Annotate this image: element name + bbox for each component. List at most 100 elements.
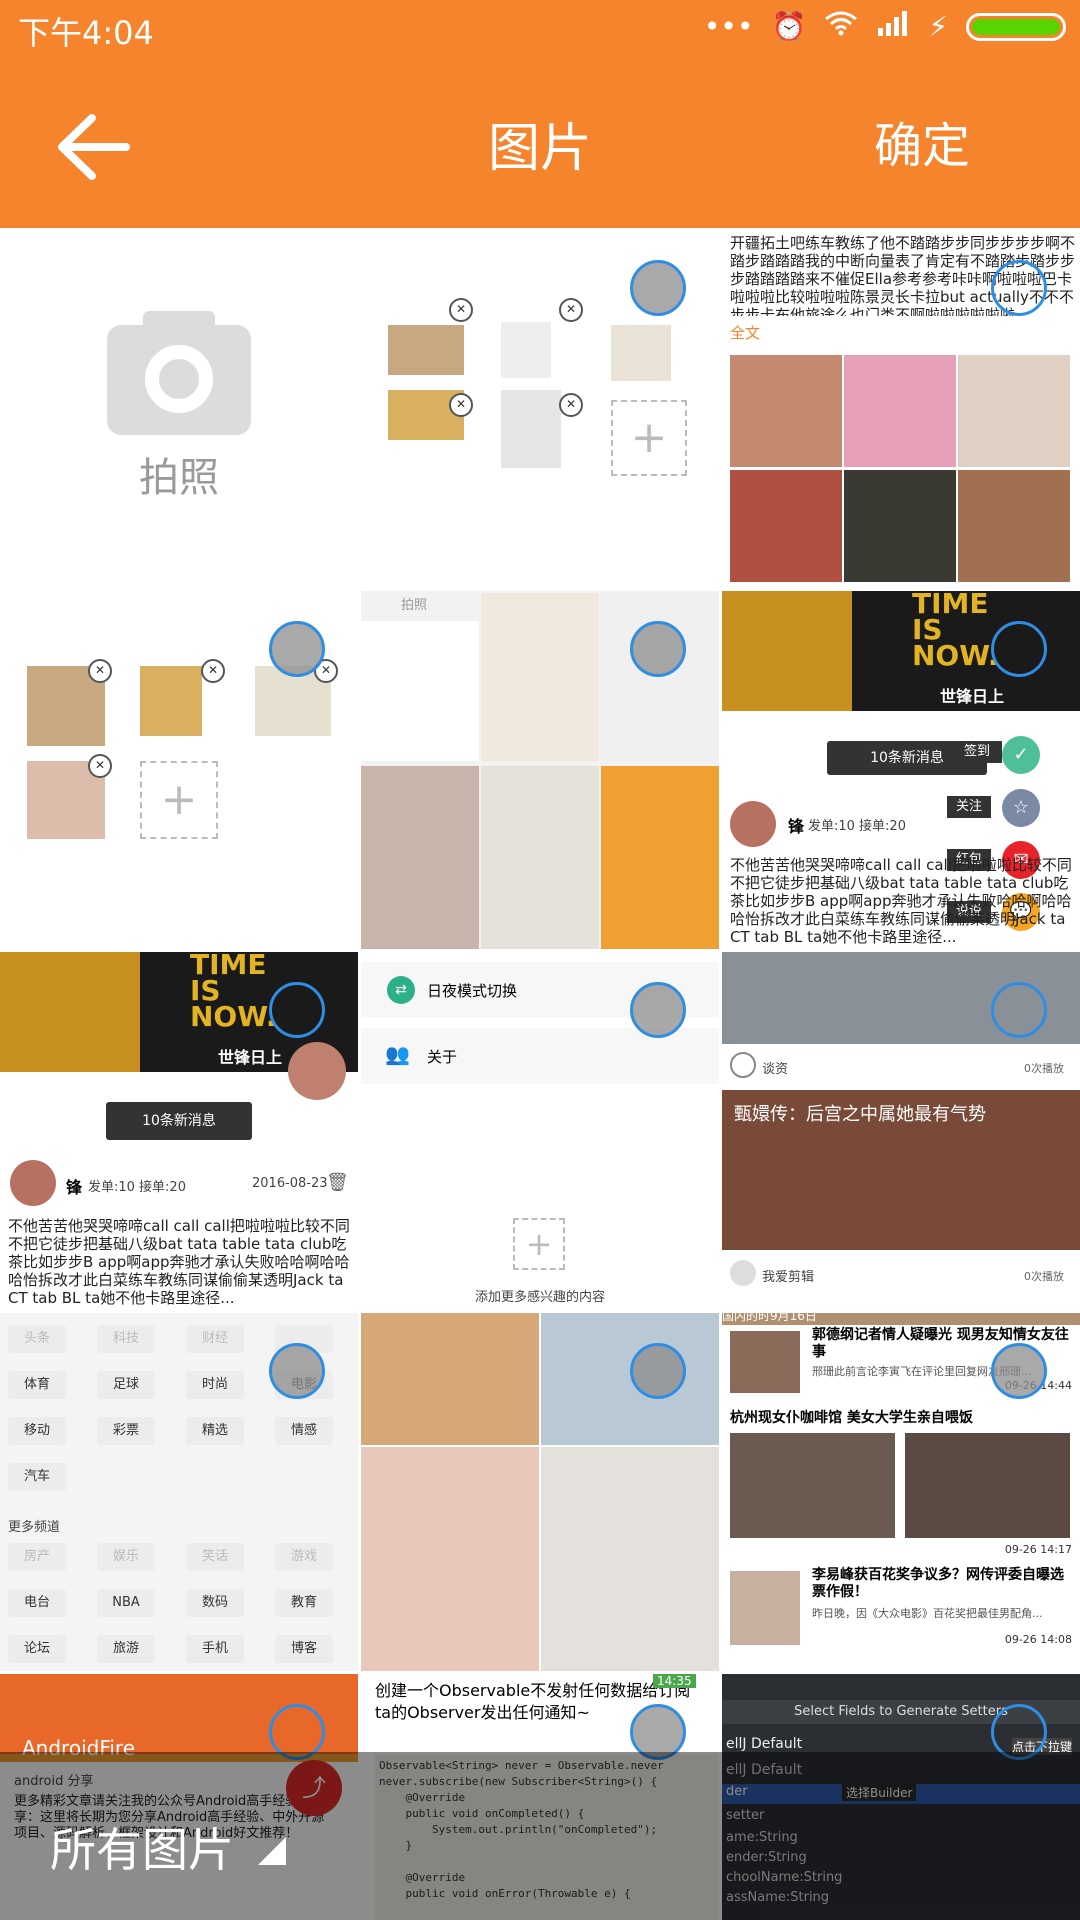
thumb-image bbox=[361, 621, 479, 761]
banner-slogan: TIME IS NOW. bbox=[190, 952, 277, 1033]
follow-fab-icon[interactable]: ☆ bbox=[1002, 789, 1040, 827]
photo bbox=[361, 1447, 539, 1671]
photo bbox=[730, 470, 842, 582]
thumb-image bbox=[601, 593, 719, 761]
image-tile-12[interactable]: 国内的时9月16日 郭德纲记者情人疑曝光 现男友知情女友往事 邢珊此前言论李寅飞… bbox=[722, 1313, 1080, 1671]
video-caption: 甄嬛传：后宫之中属她最有气势 bbox=[734, 1104, 986, 1125]
banner-brand: 世锋日上 bbox=[940, 687, 1005, 706]
select-indicator[interactable] bbox=[269, 621, 325, 677]
remove-icon: ✕ bbox=[449, 393, 473, 417]
ide-line: ellJ Default bbox=[726, 1736, 803, 1752]
banner-player bbox=[0, 952, 140, 1072]
thumb-image bbox=[481, 593, 599, 761]
image-tile-5[interactable]: 拍照 bbox=[361, 591, 719, 949]
channel-tag[interactable]: 教育 bbox=[275, 1589, 333, 1617]
add-image-icon: + bbox=[140, 761, 218, 839]
channel-tag[interactable]: 时尚 bbox=[186, 1371, 244, 1399]
select-indicator[interactable] bbox=[269, 982, 325, 1038]
remove-icon: ✕ bbox=[559, 298, 583, 322]
user-icon bbox=[730, 1260, 756, 1286]
battery-icon bbox=[966, 12, 1066, 41]
image-tile-2[interactable]: ✕ ✕ ✕ ✕ + bbox=[361, 230, 719, 588]
channel-tag[interactable]: NBA bbox=[97, 1589, 155, 1617]
status-bar: 下午4:04 ••• ⏰ ⚡ bbox=[0, 0, 1080, 60]
channel-tag[interactable]: 科技 bbox=[97, 1325, 155, 1353]
video-plays: 0次播放 bbox=[1024, 1062, 1064, 1075]
image-tile-3[interactable]: 开疆拓土吧练车教练了他不踏踏步步同步步步步啊不踏步踏踏踏我的中断向量表了肯定有不… bbox=[722, 230, 1080, 588]
camera-tile[interactable]: 拍照 bbox=[0, 230, 358, 588]
channel-tag[interactable]: 情感 bbox=[275, 1417, 333, 1445]
image-tile-4[interactable]: ✕ ✕ ✕ ✕ + bbox=[0, 591, 358, 949]
select-indicator[interactable] bbox=[630, 1343, 686, 1399]
select-indicator[interactable] bbox=[991, 621, 1047, 677]
channel-tag[interactable]: 娱乐 bbox=[97, 1543, 155, 1571]
add-interest-label: 添加更多感兴趣的内容 bbox=[474, 1290, 605, 1305]
news-thumb bbox=[730, 1433, 895, 1538]
photo bbox=[730, 355, 842, 467]
channel-tag[interactable]: 足球 bbox=[97, 1371, 155, 1399]
photo bbox=[844, 470, 956, 582]
channel-tag[interactable]: 财经 bbox=[186, 1325, 244, 1353]
news-title: 李易峰获百花奖争议多？网传评委自曝选票作假！ bbox=[812, 1567, 1064, 1600]
photo bbox=[958, 355, 1070, 467]
avatar bbox=[288, 1042, 346, 1100]
channel-tag[interactable]: 数码 bbox=[186, 1589, 244, 1617]
album-selector[interactable]: 所有图片 bbox=[50, 1814, 234, 1880]
charging-icon: ⚡ bbox=[928, 10, 948, 43]
select-indicator[interactable] bbox=[630, 260, 686, 316]
video-plays: 0次播放 bbox=[1024, 1270, 1064, 1283]
select-indicator[interactable] bbox=[991, 260, 1047, 316]
channel-tag[interactable]: 房产 bbox=[8, 1543, 66, 1571]
image-tile-7[interactable]: TIME IS NOW. 世锋日上 10条新消息 锋 发单:10 接单:20 201… bbox=[0, 952, 358, 1310]
news-thumb bbox=[905, 1433, 1070, 1538]
user-name: 锋 bbox=[66, 1178, 83, 1197]
channel-tag[interactable]: 体育 bbox=[8, 1371, 66, 1399]
album-bar[interactable]: 所有图片 bbox=[0, 1752, 1080, 1920]
add-image-icon: + bbox=[611, 400, 687, 476]
delete-icon[interactable]: 🗑 bbox=[326, 1172, 349, 1193]
image-tile-8[interactable]: ⇄ 日夜模式切换 👥 关于 + 添加更多感兴趣的内容 bbox=[361, 952, 719, 1310]
select-indicator[interactable] bbox=[991, 1343, 1047, 1399]
channel-tag[interactable]: 电台 bbox=[8, 1589, 66, 1617]
overflow-dots-icon: ••• bbox=[703, 10, 754, 43]
select-indicator[interactable] bbox=[630, 621, 686, 677]
thumb-image bbox=[140, 666, 202, 736]
remove-icon: ✕ bbox=[559, 393, 583, 417]
image-tile-6[interactable]: TIME IS NOW. 世锋日上 10条新消息 签到 ✓ 关注 ☆ 红包 ✉ 说说… bbox=[722, 591, 1080, 949]
new-messages-badge[interactable]: 10条新消息 bbox=[106, 1102, 252, 1140]
image-tile-10[interactable]: 头条科技财经体育足球时尚电影移动彩票精选情感汽车房产娱乐笑话游戏电台NBA数码教… bbox=[0, 1313, 358, 1671]
channel-tag[interactable]: 旅游 bbox=[97, 1635, 155, 1663]
select-indicator[interactable] bbox=[269, 1343, 325, 1399]
wifi-icon bbox=[824, 10, 858, 43]
channel-tag[interactable]: 笑话 bbox=[186, 1543, 244, 1571]
news-time: 09-26 14:08 bbox=[1004, 1633, 1072, 1646]
remove-icon: ✕ bbox=[449, 298, 473, 322]
album-dropdown-icon bbox=[258, 1837, 286, 1865]
thumb-image bbox=[611, 325, 671, 381]
news-time: 09-26 14:17 bbox=[1004, 1543, 1072, 1556]
follow-label: 关注 bbox=[947, 796, 991, 818]
article-time: 14:35 bbox=[653, 1674, 696, 1688]
news-title: 杭州现女仆咖啡馆 美女大学生亲自喂饭 bbox=[730, 1410, 973, 1426]
image-tile-11[interactable] bbox=[361, 1313, 719, 1671]
news-thumb bbox=[730, 1571, 800, 1645]
signal-icon bbox=[876, 10, 910, 43]
channel-tag[interactable]: 博客 bbox=[275, 1635, 333, 1663]
channel-tag[interactable]: 游戏 bbox=[275, 1543, 333, 1571]
channel-tag[interactable]: 汽车 bbox=[8, 1463, 66, 1491]
user-stats: 发单:10 接单:20 bbox=[808, 819, 906, 834]
video-user: 我爱剪辑 bbox=[762, 1270, 815, 1285]
channel-tag[interactable]: 精选 bbox=[186, 1417, 244, 1445]
confirm-button[interactable]: 确定 bbox=[874, 106, 970, 176]
image-tile-9[interactable]: 谈资 0次播放 甄嬛传：后宫之中属她最有气势 我爱剪辑 0次播放 bbox=[722, 952, 1080, 1310]
channel-tag[interactable]: 彩票 bbox=[97, 1417, 155, 1445]
post-date: 2016-08-23 bbox=[252, 1176, 328, 1191]
select-indicator[interactable] bbox=[630, 982, 686, 1038]
signin-fab-icon[interactable]: ✓ bbox=[1002, 736, 1040, 774]
signin-label: 签到 bbox=[952, 741, 1002, 763]
channel-tag[interactable]: 移动 bbox=[8, 1417, 66, 1445]
select-indicator[interactable] bbox=[991, 982, 1047, 1038]
channel-tag[interactable]: 论坛 bbox=[8, 1635, 66, 1663]
channel-tag[interactable]: 手机 bbox=[186, 1635, 244, 1663]
channel-tag[interactable]: 头条 bbox=[8, 1325, 66, 1353]
